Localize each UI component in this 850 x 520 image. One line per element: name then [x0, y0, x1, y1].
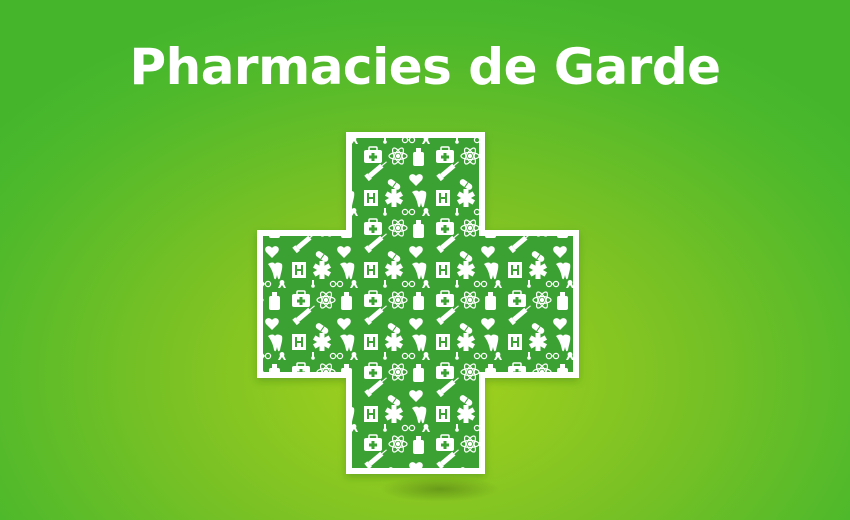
pharmacy-banner: Pharmacies de Garde	[0, 0, 850, 520]
medical-cross	[0, 0, 850, 520]
medical-icons-pattern	[263, 138, 573, 468]
medical-cross-graphic	[257, 132, 579, 474]
